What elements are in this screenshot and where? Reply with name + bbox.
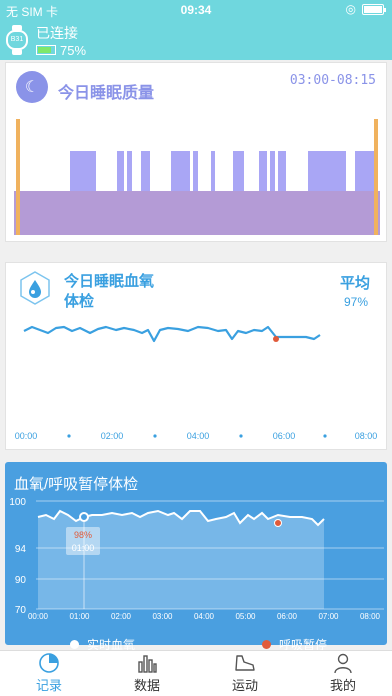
selected-point <box>79 512 89 522</box>
light-sleep-band <box>14 191 380 235</box>
status-battery-icon <box>362 3 386 15</box>
x-tick-label: 03:00 <box>152 612 173 619</box>
awake-segment <box>16 119 20 235</box>
legend-apnea-dot <box>262 640 271 649</box>
person-icon <box>332 651 354 675</box>
tab-sport[interactable]: 运动 <box>196 651 294 696</box>
oxygen-card-title: 今日睡眠血氧 体检 <box>64 272 154 312</box>
y-tick-label: 94 <box>15 544 27 555</box>
deep-sleep-segment <box>270 151 275 191</box>
connection-status: 已连接 <box>36 24 78 41</box>
oxygen-apnea-chart: 98% 01:00 100 94 90 7000:00 01:00 02:00 03:00 0… <box>9 497 384 619</box>
x-tick-label: 05:00 <box>235 612 256 619</box>
blood-drop-icon <box>20 271 50 305</box>
deep-sleep-segment <box>355 151 374 191</box>
deep-sleep-segment <box>278 151 286 191</box>
sleep-stage-chart <box>14 119 380 235</box>
deep-sleep-segment <box>259 151 267 191</box>
sleep-quality-card[interactable]: ☾ 今日睡眠质量 03:00-08:15 <box>5 62 387 242</box>
oxygen-apnea-card[interactable]: 血氧/呼吸暂停体检 98% 01:00 100 94 90 70 00:00 01:00 0… <box>5 462 387 652</box>
x-tick-label: 06:00 <box>273 431 296 441</box>
orientation-lock-icon: ◎ <box>345 2 356 16</box>
deep-sleep-segment <box>308 151 346 191</box>
x-tick-label: 01:00 <box>69 612 90 619</box>
x-tick-label: 04:00 <box>187 431 210 441</box>
deep-sleep-segment <box>211 151 215 191</box>
deep-sleep-segment <box>141 151 150 191</box>
tab-mine[interactable]: 我的 <box>294 651 392 696</box>
bottom-tab-bar: 记录 数据 运动 我的 <box>0 650 392 696</box>
x-tick-label: 08:00 <box>355 431 378 441</box>
tooltip-value: 98% <box>74 530 92 540</box>
oxygen-area <box>38 511 324 609</box>
device-status[interactable]: B31 已连接 75% <box>6 22 86 58</box>
deep-sleep-segment <box>70 151 96 191</box>
y-tick-label: 100 <box>9 497 26 508</box>
y-tick-label: 70 <box>15 605 27 616</box>
sleep-time-range: 03:00-08:15 <box>289 73 376 88</box>
tick-dot <box>239 434 243 438</box>
tick-dot <box>323 434 327 438</box>
shoe-icon <box>233 651 257 675</box>
status-bar: 无 SIM 卡 09:34 ◎ <box>0 0 392 20</box>
awake-segment <box>374 119 378 235</box>
device-battery-level: 75% <box>60 42 87 58</box>
top-bar: 无 SIM 卡 09:34 ◎ B31 已连接 75% <box>0 0 392 60</box>
x-tick-label: 02:00 <box>111 612 132 619</box>
watch-label: B31 <box>6 30 28 50</box>
tick-dot <box>153 434 157 438</box>
oxygen-title-line2: 体检 <box>64 293 95 310</box>
deep-sleep-segment <box>171 151 190 191</box>
apnea-marker <box>274 519 282 527</box>
tick-dot <box>67 434 71 438</box>
device-battery-icon <box>36 45 56 55</box>
oxygen-line-chart: 00:00 02:00 04:00 06:00 08:00 <box>15 325 378 441</box>
deep-sleep-segment <box>193 151 198 191</box>
x-tick-label: 02:00 <box>101 431 124 441</box>
watch-icon: B31 <box>6 25 28 55</box>
oxygen-title-line1: 今日睡眠血氧 <box>64 273 155 290</box>
tab-data-label: 数据 <box>133 678 160 693</box>
tab-data[interactable]: 数据 <box>98 651 196 696</box>
sleep-card-title: 今日睡眠质量 <box>58 85 155 102</box>
x-tick-label: 06:00 <box>277 612 298 619</box>
deep-sleep-segment <box>127 151 132 191</box>
x-tick-label: 00:00 <box>15 431 38 441</box>
status-icons: ◎ <box>345 2 386 16</box>
deep-sleep-segment <box>233 151 244 191</box>
pie-chart-icon <box>38 651 60 675</box>
x-tick-label: 04:00 <box>194 612 215 619</box>
tab-sport-label: 运动 <box>231 678 258 693</box>
x-tick-label: 08:00 <box>360 612 381 619</box>
sleep-oxygen-card[interactable]: 今日睡眠血氧 体检 平均 97% 00:00 02:00 04:00 06:00 08:… <box>5 262 387 450</box>
tab-record-label: 记录 <box>35 678 62 693</box>
average-label: 平均 <box>339 275 370 292</box>
average-value: 97% <box>343 295 368 309</box>
tab-mine-label: 我的 <box>329 678 356 693</box>
tab-record[interactable]: 记录 <box>0 651 98 696</box>
x-tick-label: 07:00 <box>318 612 339 619</box>
apnea-marker <box>273 336 279 342</box>
x-tick-label: 00:00 <box>28 612 49 619</box>
deep-sleep-segment <box>117 151 124 191</box>
bar-chart-icon <box>136 651 158 675</box>
y-tick-label: 90 <box>15 575 27 586</box>
moon-icon: ☾ <box>16 71 48 103</box>
legend-oxygen-dot <box>70 640 79 649</box>
tooltip-time: 01:00 <box>72 543 95 553</box>
clock-text: 09:34 <box>180 3 212 17</box>
